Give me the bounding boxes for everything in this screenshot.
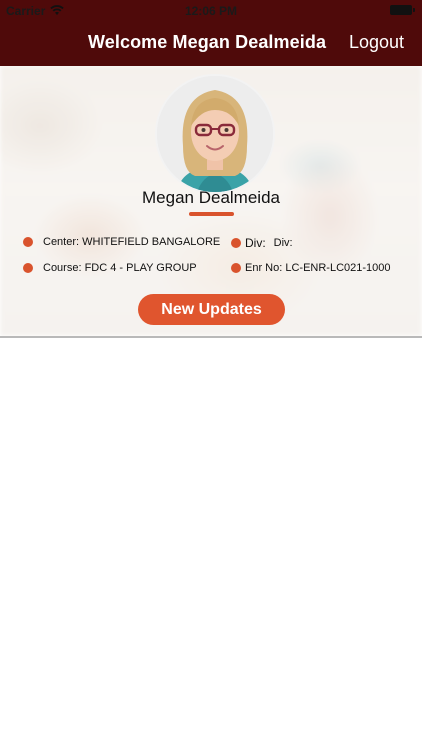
div-info: Div: Div: bbox=[231, 236, 411, 250]
center-info: Center: WHITEFIELD BANGALORE bbox=[23, 236, 228, 248]
student-name: Megan Dealmeida bbox=[142, 188, 280, 207]
status-time: 12:06 PM bbox=[184, 4, 238, 18]
name-underline bbox=[189, 212, 234, 216]
content-area bbox=[0, 338, 422, 750]
div-value: Div: bbox=[273, 237, 293, 249]
course-text: Course: FDC 4 - PLAY GROUP bbox=[43, 262, 197, 274]
logout-button[interactable]: Logout bbox=[349, 32, 404, 53]
bullet-icon bbox=[23, 263, 33, 273]
course-info: Course: FDC 4 - PLAY GROUP bbox=[23, 262, 228, 274]
bullet-icon bbox=[231, 238, 241, 248]
battery-icon bbox=[390, 5, 415, 15]
app-header: Carrier 12:06 PM Welcome Megan Dealmeida… bbox=[0, 0, 422, 66]
div-label: Div: bbox=[245, 236, 266, 250]
center-text: Center: WHITEFIELD BANGALORE bbox=[43, 236, 221, 248]
enrollment-info: Enr No: LC-ENR-LC021-1000 bbox=[231, 262, 416, 274]
new-updates-button[interactable]: New Updates bbox=[138, 294, 285, 325]
bullet-icon bbox=[23, 237, 33, 247]
profile-card: Megan Dealmeida Center: WHITEFIELD BANGA… bbox=[0, 66, 422, 338]
status-bar: Carrier 12:06 PM bbox=[0, 0, 422, 22]
avatar bbox=[155, 74, 275, 194]
bullet-icon bbox=[231, 263, 241, 273]
enrollment-text: Enr No: LC-ENR-LC021-1000 bbox=[245, 262, 391, 274]
page-title: Welcome Megan Dealmeida bbox=[88, 32, 327, 52]
